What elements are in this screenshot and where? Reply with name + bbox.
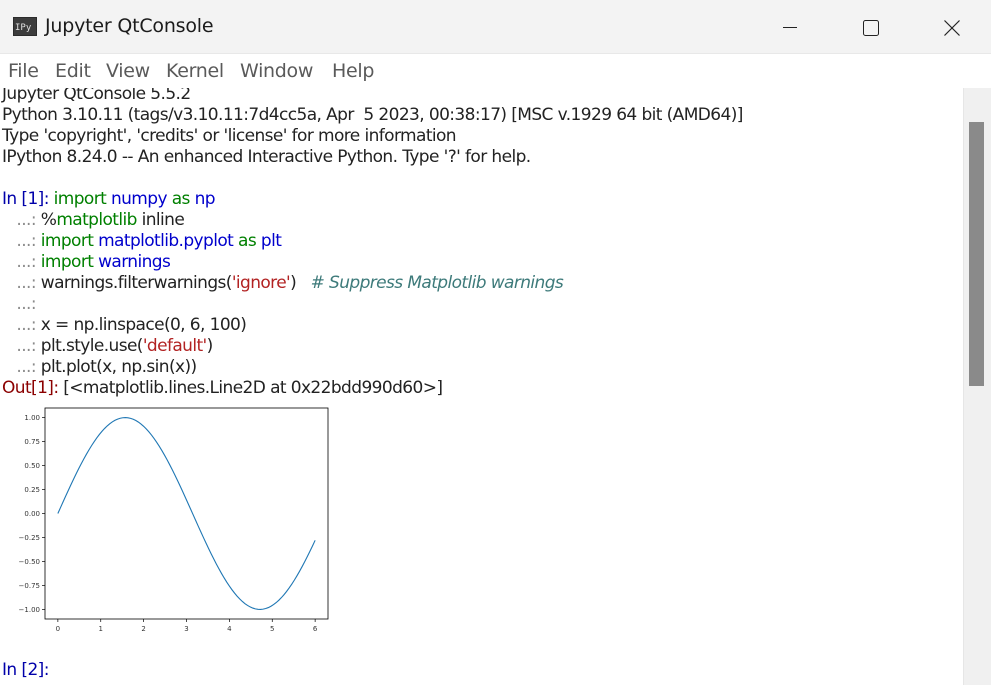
close-button[interactable] (911, 0, 991, 54)
in-prompt: In [2]: (2, 660, 54, 680)
y-tick-label: −1.00 (19, 606, 40, 614)
minimize-icon (783, 27, 797, 28)
banner-line: IPython 8.24.0 -- An enhanced Interactiv… (2, 147, 531, 167)
input-line: ...: import warnings (2, 252, 171, 272)
menu-view[interactable]: View (106, 60, 150, 82)
banner-line: Jupyter QtConsole 5.5.2 (2, 88, 191, 104)
input-line: ...: (2, 294, 41, 314)
menu-window[interactable]: Window (240, 60, 313, 82)
input-line: ...: plt.style.use('default') (2, 336, 213, 356)
input-line: ...: x = np.linspace(0, 6, 100) (2, 315, 247, 335)
menu-edit[interactable]: Edit (55, 60, 91, 82)
x-tick-label: 3 (184, 625, 188, 633)
sine-plot-svg: 1.00 0.75 0.50 0.25 0.00 −0.25 −0.50 −0.75 −1.00… (19, 407, 329, 633)
in-prompt: In [1]: (2, 189, 54, 209)
banner-line: Python 3.10.11 (tags/v3.10.11:7d4cc5a, A… (2, 105, 743, 125)
y-tick-label: −0.50 (19, 558, 40, 566)
x-tick-label: 6 (313, 625, 318, 633)
qtconsole-window: IPy Jupyter QtConsole File Edit View Ker… (0, 0, 991, 685)
y-tick-label: −0.25 (19, 534, 40, 542)
window-title: Jupyter QtConsole (45, 15, 214, 37)
y-tick-label: −0.75 (19, 582, 40, 590)
y-tick-label: 0.00 (24, 510, 40, 518)
x-tick-label: 0 (56, 625, 60, 633)
console-output-area[interactable]: Jupyter QtConsole 5.5.2 Python 3.10.11 (… (0, 88, 963, 685)
y-tick-label: 0.25 (24, 486, 40, 494)
banner-line: Type 'copyright', 'credits' or 'license'… (2, 126, 457, 146)
title-bar[interactable]: IPy Jupyter QtConsole (0, 0, 991, 54)
ipython-app-icon: IPy (13, 17, 37, 36)
sine-plot: 1.00 0.75 0.50 0.25 0.00 −0.25 −0.50 −0.75 −1.00… (6, 406, 336, 638)
y-tick-label: 1.00 (24, 414, 40, 422)
close-icon (944, 20, 960, 36)
input-line[interactable]: In [2]: (2, 660, 54, 681)
maximize-button[interactable] (830, 0, 910, 54)
x-tick-label: 1 (99, 625, 103, 633)
menu-help[interactable]: Help (332, 60, 374, 82)
plot-axes-frame (44, 407, 329, 620)
maximize-icon (863, 20, 879, 36)
input-line: ...: plt.plot(x, np.sin(x)) (2, 357, 197, 377)
input-line: In [1]: import numpy as np (2, 189, 216, 209)
menu-bar: File Edit View Kernel Window Help (0, 54, 991, 88)
vertical-scrollbar[interactable] (963, 88, 991, 685)
x-tick-label: 5 (270, 625, 274, 633)
output-line: Out[1]: [<matplotlib.lines.Line2D at 0x2… (2, 378, 443, 398)
input-line: ...: warnings.filterwarnings('ignore') #… (2, 273, 564, 293)
menu-file[interactable]: File (8, 60, 39, 82)
y-tick-label: 0.75 (24, 438, 40, 446)
scrollbar-thumb[interactable] (969, 122, 984, 386)
y-tick-label: 0.50 (24, 462, 40, 470)
menu-kernel[interactable]: Kernel (166, 60, 224, 82)
input-line: ...: %matplotlib inline (2, 210, 185, 230)
x-tick-label: 2 (141, 625, 145, 633)
app-icon-label: IPy (15, 23, 32, 33)
x-tick-label: 4 (227, 625, 232, 633)
minimize-button[interactable] (750, 0, 830, 54)
out-prompt: Out[1]: (2, 378, 64, 398)
input-line: ...: import matplotlib.pyplot as plt (2, 231, 282, 251)
